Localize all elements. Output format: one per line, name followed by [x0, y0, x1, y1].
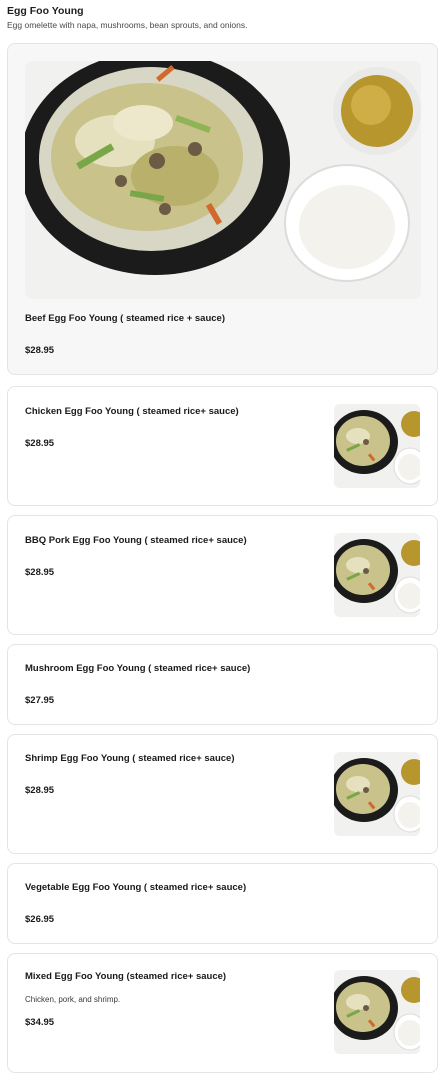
menu-item-card-mushroom[interactable]: Mushroom Egg Foo Young ( steamed rice+ s…: [7, 644, 438, 725]
menu-item-card-beef[interactable]: Beef Egg Foo Young ( steamed rice + sauc…: [7, 43, 438, 375]
menu-item-name: Vegetable Egg Foo Young ( steamed rice+ …: [25, 882, 247, 893]
menu-item-photo: [334, 404, 420, 488]
menu-item-price: $27.95: [25, 695, 55, 706]
menu-item-price: $34.95: [25, 1017, 55, 1028]
menu-item-name: Mixed Egg Foo Young (steamed rice+ sauce…: [25, 971, 227, 982]
menu-item-price: $26.95: [25, 914, 55, 925]
menu-item-price: $28.95: [25, 345, 55, 356]
menu-item-card-shrimp[interactable]: Shrimp Egg Foo Young ( steamed rice+ sau…: [7, 734, 438, 854]
menu-item-photo: [334, 752, 420, 836]
section-description: Egg omelette with napa, mushrooms, bean …: [7, 20, 248, 30]
menu-section-header: Egg Foo Young Egg omelette with napa, mu…: [7, 4, 437, 31]
menu-item-price: $28.95: [25, 567, 55, 578]
menu-item-card-chicken[interactable]: Chicken Egg Foo Young ( steamed rice+ sa…: [7, 386, 438, 506]
menu-item-photo: [334, 970, 420, 1054]
section-title: Egg Foo Young: [7, 5, 84, 17]
menu-item-card-bbq-pork[interactable]: BBQ Pork Egg Foo Young ( steamed rice+ s…: [7, 515, 438, 635]
menu-item-photo: [334, 533, 420, 617]
menu-item-price: $28.95: [25, 438, 55, 449]
menu-item-description: Chicken, pork, and shrimp.: [25, 995, 121, 1004]
menu-item-name: Shrimp Egg Foo Young ( steamed rice+ sau…: [25, 753, 235, 764]
menu-item-name: Mushroom Egg Foo Young ( steamed rice+ s…: [25, 663, 251, 674]
menu-item-price: $28.95: [25, 785, 55, 796]
menu-item-card-vegetable[interactable]: Vegetable Egg Foo Young ( steamed rice+ …: [7, 863, 438, 944]
menu-item-card-mixed[interactable]: Mixed Egg Foo Young (steamed rice+ sauce…: [7, 953, 438, 1073]
menu-item-name: Chicken Egg Foo Young ( steamed rice+ sa…: [25, 406, 239, 417]
menu-item-photo: [25, 61, 421, 299]
menu-item-name: BBQ Pork Egg Foo Young ( steamed rice+ s…: [25, 535, 247, 546]
menu-item-name: Beef Egg Foo Young ( steamed rice + sauc…: [25, 313, 225, 324]
